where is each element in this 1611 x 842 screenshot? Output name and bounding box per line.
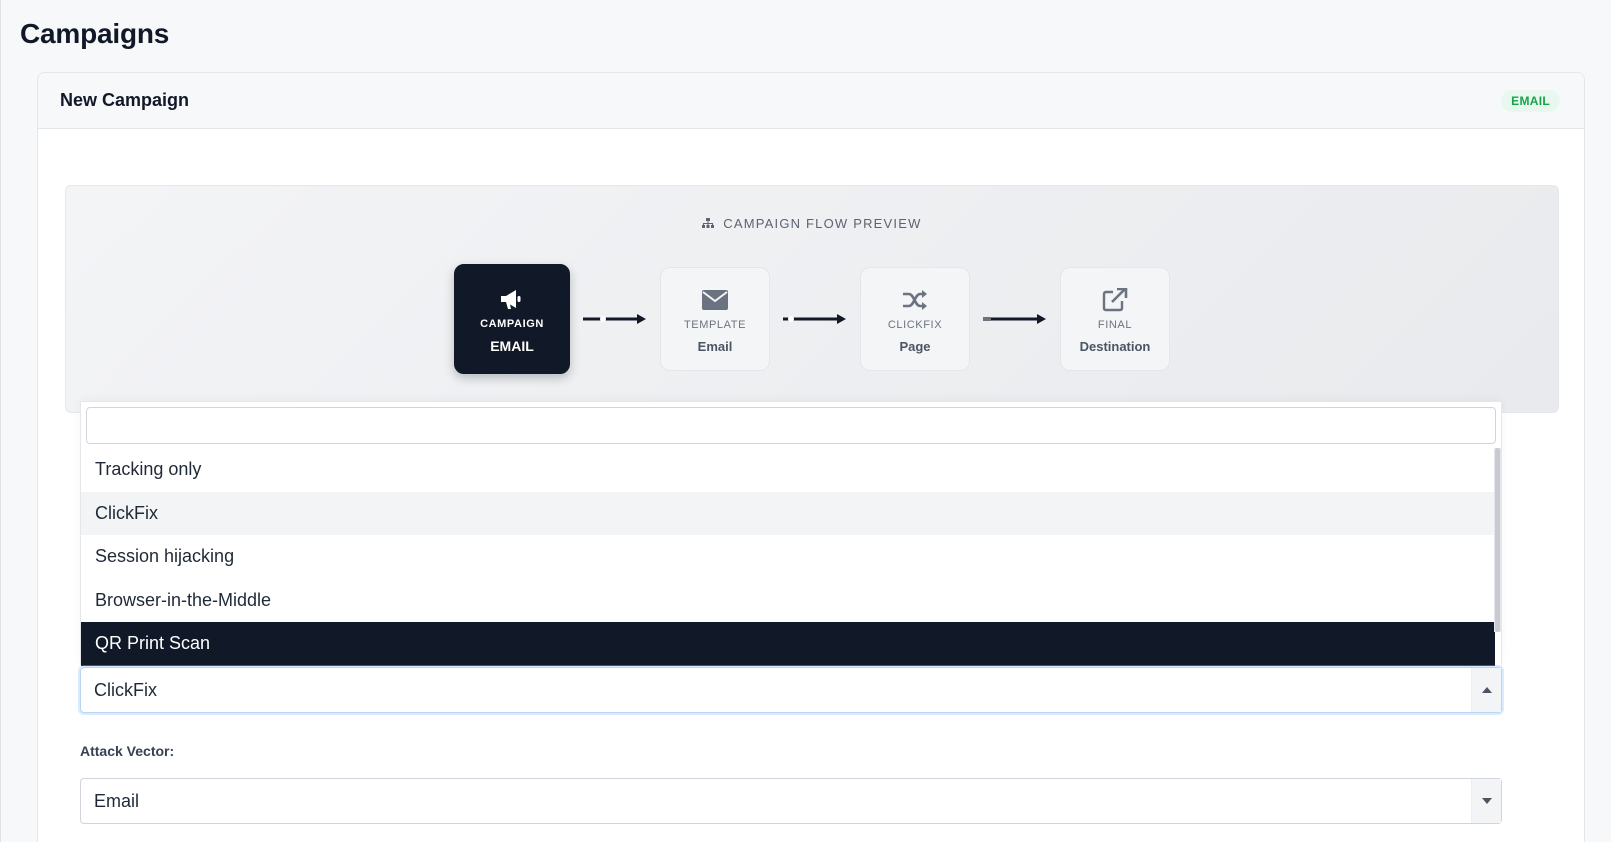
flow-node-final: FINAL Destination bbox=[1060, 267, 1170, 371]
dropdown-option-tracking-only[interactable]: Tracking only bbox=[81, 448, 1495, 492]
dropdown-options: Tracking only ClickFix Session hijacking… bbox=[81, 448, 1495, 666]
dropdown-option-session-hijacking[interactable]: Session hijacking bbox=[81, 535, 1495, 579]
external-link-icon bbox=[1102, 285, 1128, 315]
attack-vector-label: Attack Vector: bbox=[80, 743, 175, 759]
flow-node-label: TEMPLATE bbox=[683, 318, 747, 331]
flow-arrow bbox=[770, 309, 860, 329]
new-campaign-card: New Campaign EMAIL CAMPAIGN FLOW PREVIEW bbox=[37, 72, 1585, 842]
flow-node-label: FINAL bbox=[1097, 318, 1133, 331]
campaign-flow-preview: CAMPAIGN FLOW PREVIEW CAMPAIGN EMAIL TEM… bbox=[65, 185, 1559, 413]
dropdown-option-clickfix[interactable]: ClickFix bbox=[81, 491, 1495, 535]
flow-node-campaign: CAMPAIGN EMAIL bbox=[454, 264, 570, 374]
flow-node-clickfix: CLICKFIX Page bbox=[860, 267, 970, 371]
card-title: New Campaign bbox=[60, 90, 190, 110]
flow-node-label: CLICKFIX bbox=[887, 318, 943, 331]
dropdown-search-input[interactable] bbox=[86, 407, 1496, 444]
flow-arrow bbox=[570, 309, 660, 329]
flow-preview-title: CAMPAIGN FLOW PREVIEW bbox=[66, 216, 1558, 231]
payload-select[interactable]: ClickFix bbox=[80, 667, 1502, 713]
campaign-type-badge: EMAIL bbox=[1501, 89, 1560, 112]
shuffle-icon bbox=[902, 285, 928, 315]
sidebar-edge bbox=[0, 0, 1, 842]
flow-node-value: Destination bbox=[1079, 338, 1151, 354]
envelope-icon bbox=[702, 285, 728, 315]
flow-arrow bbox=[970, 309, 1060, 329]
attack-vector-value: Email bbox=[94, 790, 140, 811]
dropdown-scrollbar-thumb[interactable] bbox=[1495, 448, 1500, 632]
attack-vector-select[interactable]: Email bbox=[80, 778, 1502, 824]
flow-nodes: CAMPAIGN EMAIL TEMPLATE Email CLICKFIX P… bbox=[66, 264, 1558, 374]
caret-down-icon[interactable] bbox=[1471, 779, 1501, 823]
payload-dropdown-menu: Tracking only ClickFix Session hijacking… bbox=[80, 401, 1502, 666]
payload-select-value: ClickFix bbox=[94, 679, 157, 700]
dropdown-option-browser-in-the-middle[interactable]: Browser-in-the-Middle bbox=[81, 579, 1495, 623]
sitemap-icon bbox=[702, 218, 715, 228]
card-header: New Campaign EMAIL bbox=[38, 73, 1584, 129]
caret-up-icon[interactable] bbox=[1471, 668, 1501, 712]
dropdown-option-qr-print-scan[interactable]: QR Print Scan bbox=[81, 622, 1495, 666]
flow-node-value: Page bbox=[899, 338, 931, 354]
dropdown-scrollbar[interactable] bbox=[1494, 448, 1501, 632]
flow-node-value: Email bbox=[697, 338, 733, 354]
page-title: Campaigns bbox=[20, 18, 170, 49]
flow-title-text: CAMPAIGN FLOW PREVIEW bbox=[723, 216, 922, 231]
flow-node-label: CAMPAIGN bbox=[480, 318, 544, 330]
flow-node-value: EMAIL bbox=[490, 338, 534, 354]
megaphone-icon bbox=[498, 284, 526, 314]
flow-node-template: TEMPLATE Email bbox=[660, 267, 770, 371]
